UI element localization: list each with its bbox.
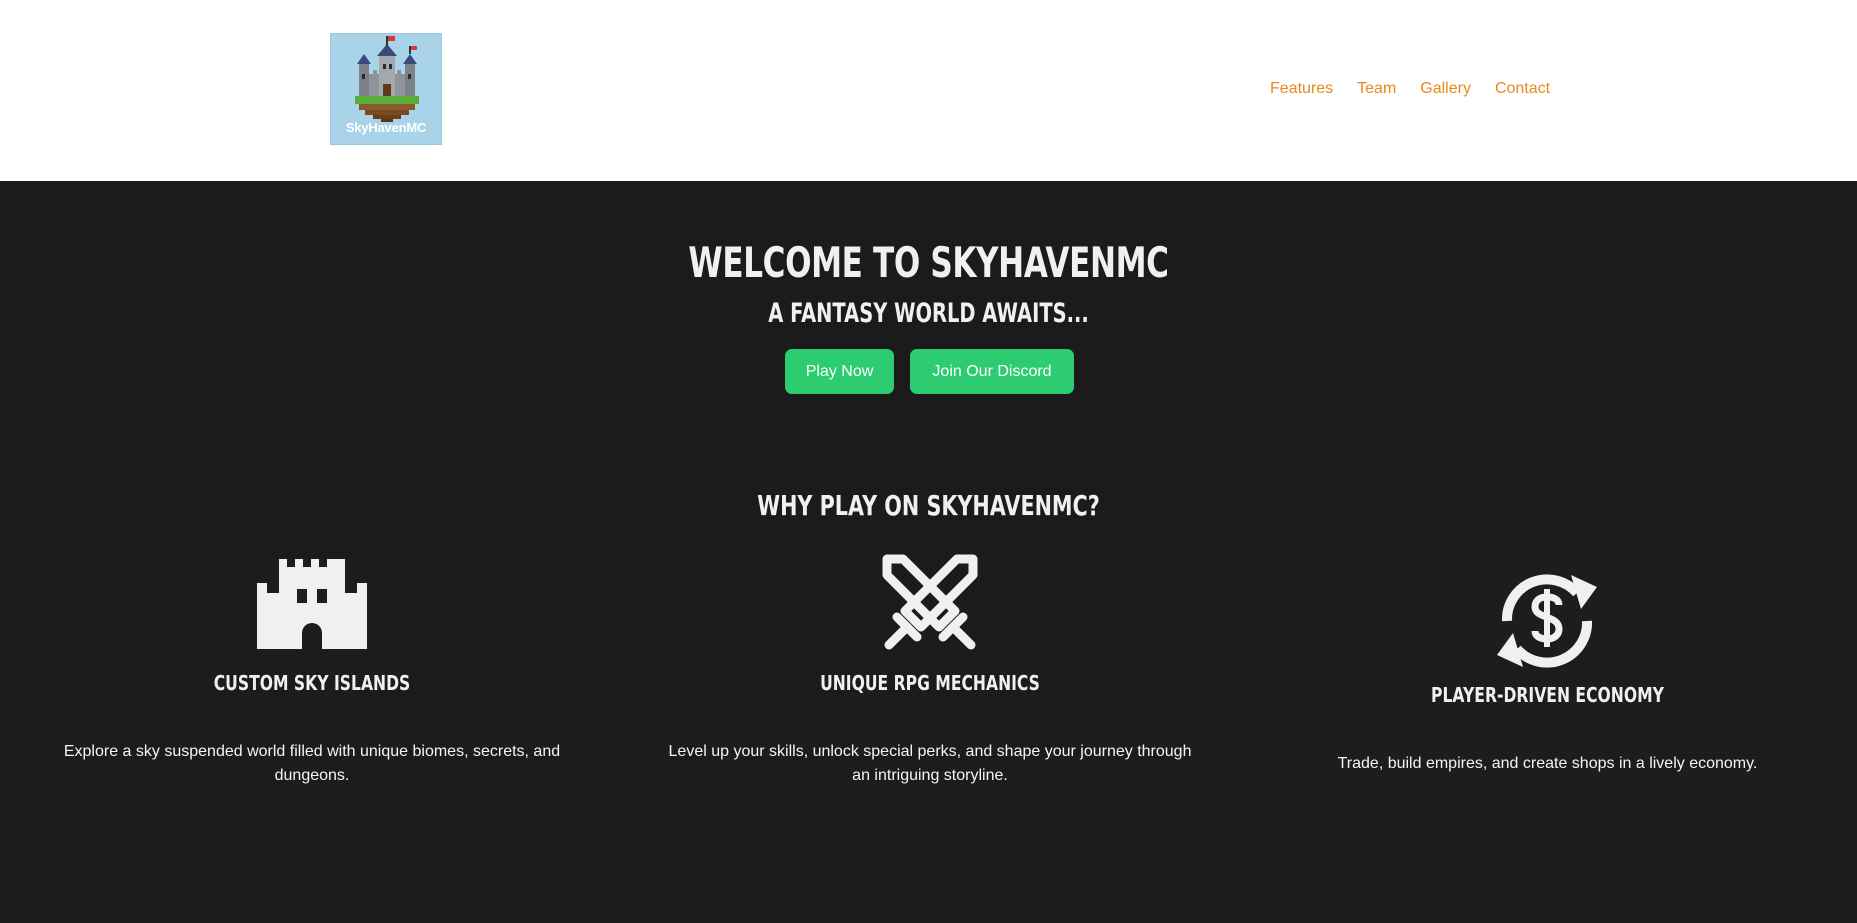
feature-title: PLAYER-DRIVEN ECONOMY bbox=[1431, 683, 1664, 707]
feature-description: Level up your skills, unlock special per… bbox=[668, 743, 1192, 784]
features-heading: WHY PLAY ON SKYHAVENMC? bbox=[757, 489, 1100, 522]
crossed-swords-icon bbox=[882, 554, 978, 650]
join-discord-button[interactable]: Join Our Discord bbox=[910, 349, 1074, 394]
hero-section: WELCOME TO SKYHAVENMC A FANTASY WORLD AW… bbox=[0, 181, 1857, 923]
logo-text: SkyHavenMC bbox=[345, 120, 427, 135]
feature-card-economy: PLAYER-DRIVEN ECONOMY Trade, build empir… bbox=[1256, 565, 1839, 867]
dollar-exchange-icon bbox=[1497, 574, 1597, 668]
feature-description: Trade, build empires, and create shops i… bbox=[1337, 755, 1758, 772]
feature-card-sky-islands: CUSTOM SKY ISLANDS Explore a sky suspend… bbox=[18, 559, 606, 879]
feature-title: UNIQUE RPG MECHANICS bbox=[820, 671, 1040, 695]
nav-link-features[interactable]: Features bbox=[1270, 78, 1333, 100]
hero-subtitle: A FANTASY WORLD AWAITS... bbox=[768, 298, 1089, 329]
nav-link-gallery[interactable]: Gallery bbox=[1420, 78, 1471, 100]
nav-link-contact[interactable]: Contact bbox=[1495, 78, 1550, 100]
castle-icon bbox=[257, 559, 367, 649]
site-header: SkyHavenMC Features Team Gallery Contact bbox=[0, 0, 1857, 181]
feature-card-rpg-mechanics: UNIQUE RPG MECHANICS Level up your skill… bbox=[638, 554, 1222, 879]
main-nav: Features Team Gallery Contact bbox=[1270, 78, 1574, 100]
hero-title: WELCOME TO SKYHAVENMC bbox=[688, 238, 1169, 287]
play-now-button[interactable]: Play Now bbox=[785, 349, 894, 394]
feature-title: CUSTOM SKY ISLANDS bbox=[213, 671, 411, 695]
site-logo[interactable]: SkyHavenMC bbox=[330, 33, 442, 145]
nav-link-team[interactable]: Team bbox=[1357, 78, 1396, 100]
feature-description: Explore a sky suspended world filled wit… bbox=[63, 743, 561, 784]
